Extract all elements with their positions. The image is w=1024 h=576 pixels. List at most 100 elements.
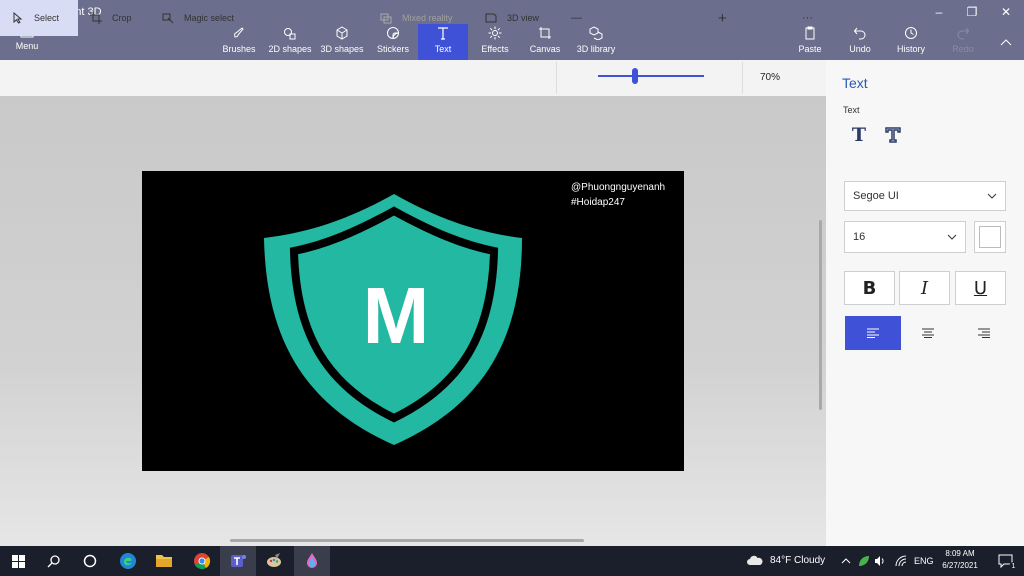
underline-button[interactable]: U xyxy=(955,271,1006,305)
align-right-button[interactable] xyxy=(956,316,1012,350)
brushes-label: Brushes xyxy=(222,44,256,54)
align-left-button[interactable] xyxy=(845,316,901,350)
cloud-icon xyxy=(747,555,763,565)
watermark-line-2: #Hoidap247 xyxy=(571,197,625,208)
volume-button[interactable] xyxy=(872,546,888,576)
3d-view-label: 3D view xyxy=(507,13,540,23)
language-indicator[interactable]: ENG xyxy=(914,556,934,566)
windows-logo-icon xyxy=(11,554,25,568)
weather-text: 84°F Cloudy xyxy=(770,554,826,566)
crop-tool-button[interactable]: Crop xyxy=(90,0,150,36)
network-button[interactable] xyxy=(892,546,910,576)
2d-shapes-button[interactable]: 2D shapes xyxy=(268,24,312,60)
shield-logo-graphic: M xyxy=(264,194,522,445)
cursor-arrow-icon xyxy=(13,12,23,24)
cortana-button[interactable] xyxy=(72,546,108,576)
magic-select-label: Magic select xyxy=(184,13,235,23)
taskbar-file-explorer[interactable] xyxy=(146,546,182,576)
bold-button[interactable]: B xyxy=(844,271,895,305)
restore-button[interactable]: ❐ xyxy=(957,2,987,22)
vertical-scrollbar[interactable] xyxy=(819,220,822,410)
toolbar-divider xyxy=(556,62,557,94)
edge-icon xyxy=(120,553,136,569)
panel-subtitle: Text xyxy=(843,105,860,115)
redo-button[interactable]: Redo xyxy=(950,24,976,60)
zoom-out-button[interactable]: — xyxy=(571,0,583,36)
zoom-slider-thumb[interactable] xyxy=(632,68,639,84)
chevron-down-icon xyxy=(947,234,957,240)
leaf-icon xyxy=(859,556,869,566)
paint-palette-icon xyxy=(267,553,281,567)
2d-text-button[interactable]: T xyxy=(846,122,872,148)
paint-3d-icon xyxy=(307,553,317,568)
taskbar-chrome[interactable] xyxy=(184,546,220,576)
italic-button[interactable]: I xyxy=(899,271,950,305)
search-button[interactable] xyxy=(36,546,72,576)
3d-library-label: 3D library xyxy=(576,44,616,54)
undo-button[interactable]: Undo xyxy=(846,24,874,60)
3d-library-icon xyxy=(589,26,603,40)
search-icon xyxy=(47,555,60,568)
align-right-icon xyxy=(978,328,990,338)
more-options-button[interactable]: ··· xyxy=(802,0,816,36)
history-label: History xyxy=(896,44,925,54)
drawing-canvas[interactable]: M xyxy=(142,171,684,471)
chevron-up-icon xyxy=(841,558,851,564)
crop-icon xyxy=(90,12,102,24)
notifications-button[interactable]: 1 xyxy=(988,546,1024,576)
menu-label: Menu xyxy=(15,41,39,51)
3d-shapes-button[interactable]: 3D shapes xyxy=(320,24,364,60)
stickers-label: Stickers xyxy=(376,44,409,54)
paste-label: Paste xyxy=(798,44,822,54)
effects-label: Effects xyxy=(481,44,509,54)
redo-label: Redo xyxy=(952,44,974,54)
zoom-slider-track[interactable] xyxy=(598,75,704,77)
tray-app-icon[interactable] xyxy=(856,546,872,576)
select-label: Select xyxy=(34,13,60,23)
history-button[interactable]: History xyxy=(895,24,927,60)
3d-view-button[interactable]: 3D view xyxy=(485,0,555,36)
redo-icon xyxy=(957,27,970,40)
magic-select-icon xyxy=(162,13,174,24)
magic-select-button[interactable]: Magic select xyxy=(162,0,252,36)
3d-shapes-label: 3D shapes xyxy=(320,44,364,54)
cortana-circle-icon xyxy=(83,554,97,568)
mixed-reality-label: Mixed reality xyxy=(402,13,453,23)
panel-title: Text xyxy=(842,75,868,91)
font-family-dropdown[interactable]: Segoe UI xyxy=(844,181,1006,211)
zoom-in-button[interactable]: + xyxy=(718,0,732,36)
font-size-dropdown[interactable]: 16 xyxy=(844,221,966,253)
taskbar-paint-3d[interactable] xyxy=(294,546,330,576)
toolbar-divider xyxy=(742,62,743,94)
show-hidden-icons-button[interactable] xyxy=(838,546,854,576)
taskbar-paint[interactable] xyxy=(256,546,292,576)
text-tab-label: Text xyxy=(434,44,452,54)
weather-widget[interactable]: 84°F Cloudy xyxy=(746,554,825,566)
clock[interactable]: 8:09 AM 6/27/2021 xyxy=(938,548,982,572)
mixed-reality-button[interactable]: Mixed reality xyxy=(380,0,470,36)
taskbar-edge[interactable] xyxy=(110,546,146,576)
3d-view-icon xyxy=(485,13,497,23)
align-left-icon xyxy=(867,328,879,338)
align-center-button[interactable] xyxy=(900,316,956,350)
3d-text-icon xyxy=(885,127,901,143)
text-color-picker[interactable] xyxy=(974,221,1006,253)
teams-icon xyxy=(231,555,246,567)
taskbar-teams[interactable] xyxy=(220,546,256,576)
zoom-percentage[interactable]: 70% xyxy=(760,72,780,83)
undo-icon xyxy=(853,27,866,40)
minimize-button[interactable]: – xyxy=(924,2,954,22)
3d-text-button[interactable] xyxy=(880,122,906,148)
chrome-icon xyxy=(194,553,211,570)
select-tool-button[interactable]: Select xyxy=(0,0,78,36)
2d-text-icon: T xyxy=(851,124,867,146)
close-button[interactable]: ✕ xyxy=(991,2,1021,22)
wifi-icon xyxy=(895,555,907,567)
chevron-up-icon xyxy=(1000,39,1012,46)
start-button[interactable] xyxy=(0,546,36,576)
notification-count: 1 xyxy=(1009,562,1018,571)
speaker-icon xyxy=(875,556,884,566)
horizontal-scrollbar[interactable] xyxy=(230,539,584,542)
2d-shapes-label: 2D shapes xyxy=(268,44,312,54)
folder-icon xyxy=(156,555,172,567)
